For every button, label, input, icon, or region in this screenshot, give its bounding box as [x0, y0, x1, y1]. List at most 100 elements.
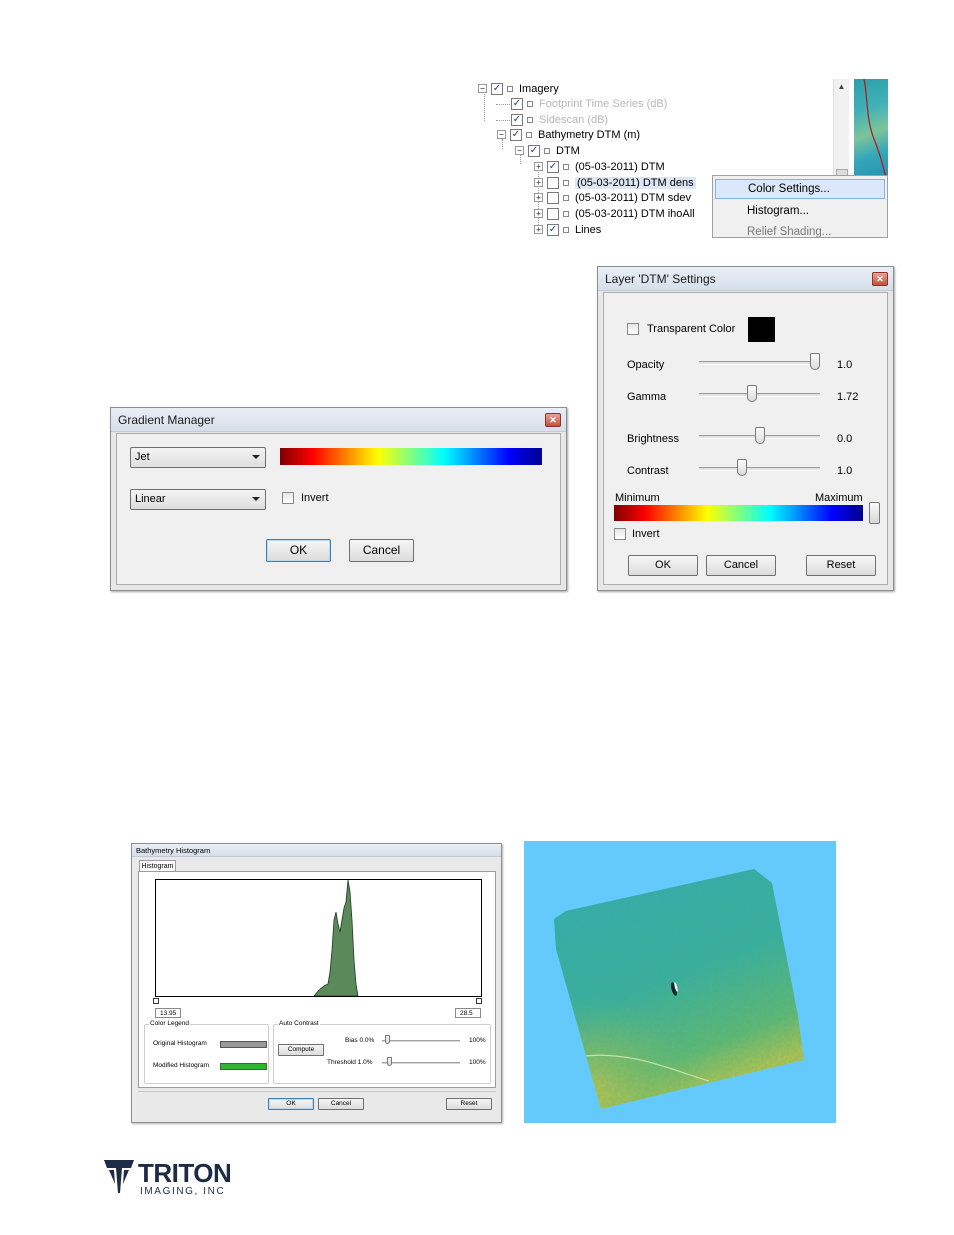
min-value-field[interactable]: 13.95: [155, 1008, 181, 1018]
ok-button[interactable]: OK: [266, 539, 331, 562]
tree-item-label: (05-03-2011) DTM ihoAll: [575, 207, 695, 220]
gradient-manager-dialog: Gradient Manager ✕ Jet Linear Invert OK …: [110, 407, 567, 591]
slider-brightness[interactable]: [754, 427, 765, 444]
logo-brand: TRITON: [138, 1158, 232, 1188]
chevron-down-icon: [252, 455, 260, 459]
maximum-label: Maximum: [815, 492, 863, 504]
max-value-field[interactable]: 28.5: [455, 1008, 481, 1018]
transparent-color-checkbox[interactable]: [627, 323, 639, 335]
layer-type-icon: [527, 100, 533, 107]
transparent-color-swatch[interactable]: [748, 317, 775, 342]
tree-item-dtm-depth[interactable]: + ✓ (05-03-2011) DTM: [534, 159, 665, 174]
close-icon[interactable]: ✕: [872, 272, 888, 286]
tree-item-imagery[interactable]: − ✓ Imagery: [478, 81, 559, 96]
tree-item-label: DTM: [556, 144, 580, 157]
collapse-icon[interactable]: −: [497, 130, 506, 139]
slider-contrast[interactable]: [736, 459, 747, 476]
expand-icon[interactable]: +: [534, 193, 543, 202]
layer-checkbox[interactable]: [547, 207, 559, 220]
menu-item-relief-shading[interactable]: Relief Shading...: [715, 222, 885, 237]
layer-checkbox[interactable]: [547, 176, 559, 189]
color-ramp-edit-button[interactable]: [869, 502, 880, 524]
tree-item-label: (05-03-2011) DTM: [575, 160, 665, 173]
gradient-select[interactable]: Jet: [130, 447, 266, 468]
cancel-button[interactable]: Cancel: [318, 1098, 364, 1110]
tree-item-dtm[interactable]: − ✓ DTM: [515, 143, 580, 158]
transparent-color-label: Transparent Color: [647, 323, 736, 335]
min-range-handle[interactable]: [153, 998, 159, 1004]
slider-value-opacity: 1.0: [837, 359, 853, 371]
layer-type-icon: [563, 210, 569, 217]
tree-scrollbar[interactable]: ▲: [833, 79, 849, 179]
ok-button[interactable]: OK: [628, 555, 698, 576]
dtm-map-view[interactable]: [524, 841, 836, 1123]
cancel-button[interactable]: Cancel: [349, 539, 414, 562]
tree-item-dtm-sdev[interactable]: + (05-03-2011) DTM sdev: [534, 190, 691, 205]
ok-button[interactable]: OK: [268, 1098, 314, 1110]
invert-checkbox[interactable]: [282, 492, 294, 504]
layer-checkbox[interactable]: ✓: [510, 128, 522, 141]
trident-logo-icon: [104, 1160, 134, 1193]
tree-item-bathymetry[interactable]: − ✓ Bathymetry DTM (m): [497, 127, 640, 142]
layer-checkbox[interactable]: ✓: [511, 97, 523, 110]
histogram-curve: [313, 879, 359, 997]
close-icon[interactable]: ✕: [545, 413, 561, 427]
layer-checkbox[interactable]: ✓: [528, 144, 540, 157]
threshold-label: Threshold 1.0%: [327, 1059, 373, 1066]
histogram-plot[interactable]: [155, 879, 482, 997]
slider-label-brightness: Brightness: [627, 433, 679, 445]
tree-item-dtm-ihoall[interactable]: + (05-03-2011) DTM ihoAll: [534, 206, 695, 221]
tree-connector: [496, 120, 510, 121]
dtm-surface-image: [554, 869, 804, 1109]
menu-item-color-settings[interactable]: Color Settings...: [715, 179, 885, 199]
divider: [138, 1091, 496, 1092]
bias-label: Bias 0.0%: [345, 1037, 375, 1044]
layer-checkbox[interactable]: ✓: [511, 113, 523, 126]
layer-checkbox[interactable]: [547, 191, 559, 204]
dialog-client-area: Jet Linear Invert OK Cancel: [116, 433, 561, 585]
slider-opacity[interactable]: [810, 353, 820, 370]
gradient-select-value: Jet: [135, 451, 150, 463]
tree-item-footprint[interactable]: ✓ Footprint Time Series (dB): [511, 96, 667, 111]
tree-item-lines[interactable]: + ✓ Lines: [534, 222, 601, 237]
expand-icon[interactable]: +: [534, 225, 543, 234]
modified-histogram-label: Modified Histogram: [153, 1062, 209, 1069]
compute-button[interactable]: Compute: [278, 1044, 324, 1056]
layer-checkbox[interactable]: ✓: [491, 82, 503, 95]
minimum-label: Minimum: [615, 492, 660, 504]
layer-checkbox[interactable]: ✓: [547, 160, 559, 173]
logo-subtitle: IMAGING, INC: [140, 1186, 226, 1197]
collapse-icon[interactable]: −: [515, 146, 524, 155]
original-histogram-label: Original Histogram: [153, 1040, 207, 1047]
reset-button[interactable]: Reset: [806, 555, 876, 576]
histogram-panel: 13.95 28.5 Color Legend Original Histogr…: [138, 871, 496, 1088]
scale-select-value: Linear: [135, 493, 166, 505]
collapse-icon[interactable]: −: [478, 84, 487, 93]
expand-icon[interactable]: +: [534, 178, 543, 187]
invert-label: Invert: [301, 492, 329, 504]
reset-button[interactable]: Reset: [446, 1098, 492, 1110]
chevron-down-icon: [252, 497, 260, 501]
modified-histogram-swatch[interactable]: [220, 1063, 267, 1070]
max-range-handle[interactable]: [476, 998, 482, 1004]
original-histogram-swatch[interactable]: [220, 1041, 267, 1048]
scroll-up-icon[interactable]: ▲: [834, 79, 849, 91]
tree-item-dtm-dens[interactable]: + (05-03-2011) DTM dens: [534, 175, 696, 190]
expand-icon[interactable]: +: [534, 162, 543, 171]
slider-gamma[interactable]: [746, 385, 757, 402]
bias-slider[interactable]: [385, 1035, 390, 1044]
threshold-slider[interactable]: [387, 1057, 392, 1066]
expand-icon[interactable]: +: [534, 209, 543, 218]
color-ramp-bar[interactable]: [614, 505, 863, 521]
layer-checkbox[interactable]: ✓: [547, 223, 559, 236]
tree-item-sidescan[interactable]: ✓ Sidescan (dB): [511, 112, 608, 127]
group-label: Color Legend: [149, 1020, 191, 1027]
scale-select[interactable]: Linear: [130, 489, 266, 510]
invert-checkbox[interactable]: [614, 528, 626, 540]
tree-connector: [496, 104, 510, 105]
cancel-button[interactable]: Cancel: [706, 555, 776, 576]
dialog-title: Gradient Manager: [111, 408, 566, 432]
menu-item-histogram[interactable]: Histogram...: [715, 201, 885, 221]
threshold-max-label: 100%: [469, 1059, 486, 1066]
layer-type-icon: [563, 179, 569, 186]
